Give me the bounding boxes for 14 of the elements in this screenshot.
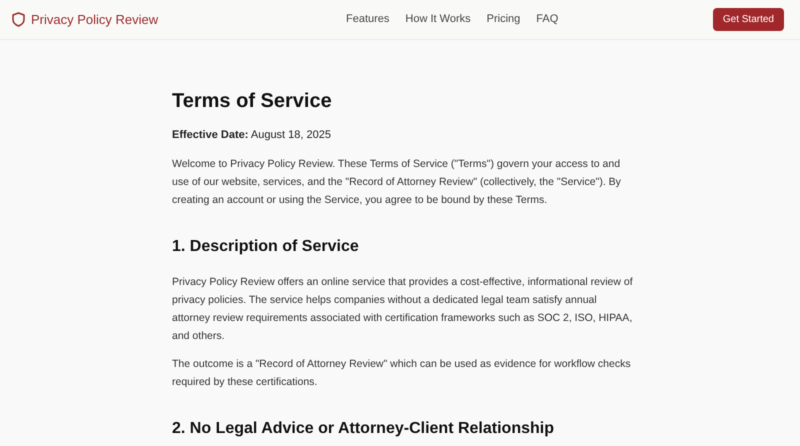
paragraph: Welcome to Privacy Policy Review. These Terms of Service ("Terms") govern your access to and use of our website, services, and the "Record of Attorney Review" (collectively, the "Service"). By creating an account or using the Service, you agree to be bound by these Terms. (172, 157, 622, 208)
paragraph: Privacy Policy Review offers an online service that provides a cost-effective, informational review of privacy policies. The service helps companies without a dedicated legal team satisfy annual attorney review requirements associated with certification frameworks such as SOC 2, ISO, HIPAA, and others. (172, 275, 634, 344)
shield-icon (12, 12, 25, 27)
page-title: Terms of Service (172, 89, 333, 113)
paragraph: The outcome is a "Record of Attorney Review" which can be used as evidence for workflow checks required by these certifications. (172, 357, 632, 390)
brand-link[interactable]: Privacy Policy Review (31, 10, 158, 30)
effective-date: Effective Date: August 18, 2025 (172, 128, 332, 143)
nav-link[interactable]: Features (346, 11, 390, 28)
get-started-button[interactable]: Get Started (712, 8, 784, 31)
section-heading: 2. No Legal Advice or Attorney-Client Relationship (172, 419, 555, 439)
nav-link[interactable]: Pricing (486, 11, 520, 28)
section-heading: 1. Description of Service (172, 237, 360, 257)
nav-link[interactable]: FAQ (536, 11, 558, 28)
nav-link[interactable]: How It Works (405, 11, 471, 28)
